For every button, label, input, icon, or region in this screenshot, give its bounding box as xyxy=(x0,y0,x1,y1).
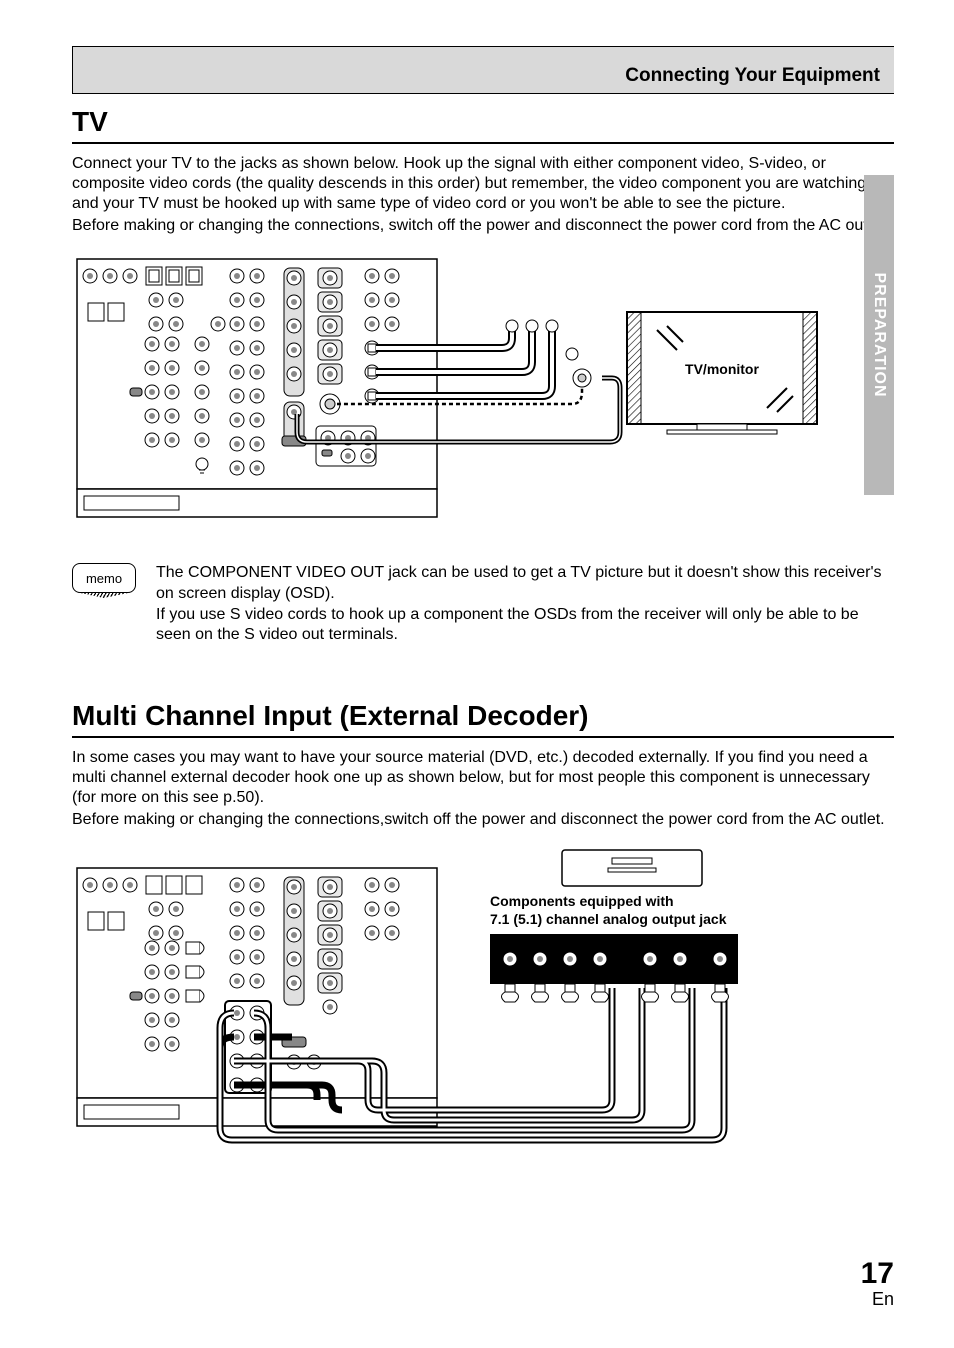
header-section-title: Connecting Your Equipment xyxy=(625,65,880,87)
multi-paragraph-1: In some cases you may want to have your … xyxy=(72,748,894,808)
page-number: 17 xyxy=(861,1259,894,1289)
decoder-caption-1: Components equipped with xyxy=(490,893,674,909)
side-tab-label: PREPARATION xyxy=(870,272,888,397)
memo-line-2: If you use S video cords to hook up a co… xyxy=(156,605,894,647)
memo-block: memo The COMPONENT VIDEO OUT jack can be… xyxy=(72,563,894,646)
page-number-block: 17 En xyxy=(861,1259,894,1310)
rule xyxy=(72,736,894,738)
page: Connecting Your Equipment PREPARATION TV… xyxy=(0,0,954,1348)
decoder-caption-2: 7.1 (5.1) channel analog output jack xyxy=(490,911,727,927)
page-lang: En xyxy=(861,1289,894,1310)
header-band: Connecting Your Equipment xyxy=(72,46,894,94)
tv-paragraph-2: Before making or changing the connection… xyxy=(72,216,894,236)
memo-text: The COMPONENT VIDEO OUT jack can be used… xyxy=(156,563,894,646)
side-tab: PREPARATION xyxy=(864,175,894,495)
tv-connection-diagram: TV/monitor xyxy=(72,254,894,539)
memo-icon: memo xyxy=(72,563,144,646)
tv-monitor-label: TV/monitor xyxy=(685,361,759,377)
memo-line-1: The COMPONENT VIDEO OUT jack can be used… xyxy=(156,563,894,605)
tv-paragraph-1: Connect your TV to the jacks as shown be… xyxy=(72,154,894,214)
multi-connection-diagram: Components equipped with 7.1 (5.1) chann… xyxy=(72,848,894,1163)
rule xyxy=(72,142,894,144)
content-area: TV Connect your TV to the jacks as shown… xyxy=(72,106,894,1163)
multi-paragraph-2: Before making or changing the connection… xyxy=(72,810,894,830)
tv-heading: TV xyxy=(72,106,894,138)
multi-heading: Multi Channel Input (External Decoder) xyxy=(72,700,894,732)
memo-label: memo xyxy=(86,571,122,586)
